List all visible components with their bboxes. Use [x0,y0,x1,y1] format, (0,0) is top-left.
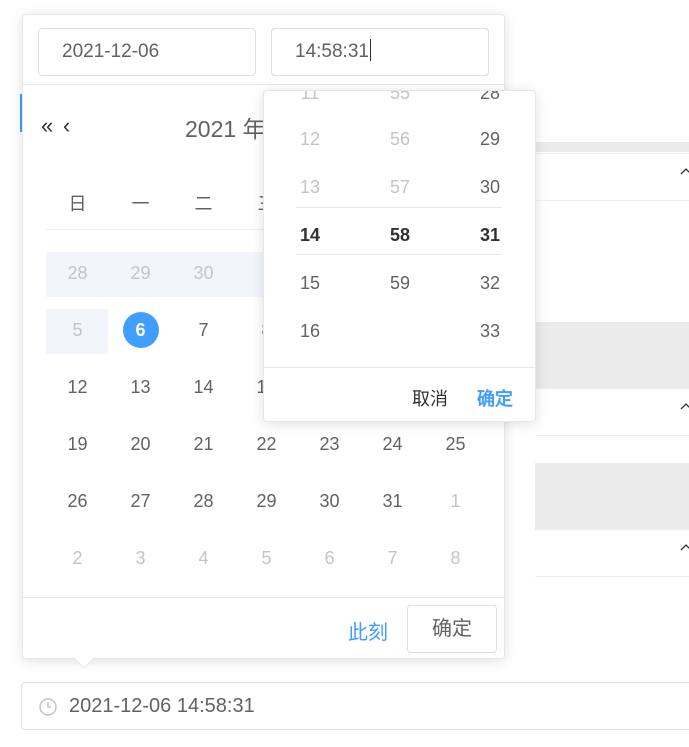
time-spinner-footer: 取消 确定 [264,367,535,421]
collapse-header[interactable] [535,529,689,577]
hour-option[interactable]: 12 [265,115,355,163]
day-cell[interactable]: 5 [46,302,109,359]
day-cell[interactable]: 30 [298,473,361,530]
month-title[interactable]: 2021 年 [185,110,266,144]
hour-option[interactable]: 11 [265,91,355,117]
date-field[interactable]: 2021-12-06 [38,28,256,76]
day-cell[interactable]: 26 [46,473,109,530]
prev-month-button[interactable]: ‹ [63,113,70,139]
chevron-up-icon [680,544,689,551]
day-cell[interactable]: 7 [172,302,235,359]
prev-year-button[interactable]: « [41,113,53,139]
time-spinner-panel: 11 12 13 14 15 16 55 56 57 58 59 28 29 3… [263,90,536,422]
picker-time-header: 2021-12-06 14:58:31 [23,15,504,85]
day-cell[interactable]: 20 [109,416,172,473]
second-option[interactable]: 32 [445,259,535,307]
second-option[interactable]: 30 [445,163,535,211]
weekday-label: 日 [68,194,87,214]
minute-option-active[interactable]: 58 [355,211,445,259]
hour-option-active[interactable]: 14 [265,211,355,259]
day-cell[interactable]: 4 [172,530,235,587]
time-field[interactable]: 14:58:31 [271,28,489,76]
day-cell[interactable]: 30 [172,245,235,302]
minute-option[interactable]: 55 [355,91,445,117]
day-cell[interactable]: 25 [424,416,487,473]
day-cell[interactable]: 2 [46,530,109,587]
day-cell[interactable]: 24 [361,416,424,473]
stage: 2021-12-06 14:58:31 2021-12-06 14:58:31 … [0,0,689,747]
second-option-active[interactable]: 31 [445,211,535,259]
background-strip [535,463,689,529]
weekday-label: 二 [194,194,213,214]
hour-option[interactable]: 16 [265,307,355,355]
day-cell-selected[interactable]: 6 [109,302,172,359]
text-caret [369,39,371,61]
day-cell[interactable]: 3 [109,530,172,587]
hour-option[interactable]: 15 [265,259,355,307]
clock-icon [39,698,57,716]
hour-option[interactable]: 13 [265,163,355,211]
second-option[interactable]: 33 [445,307,535,355]
day-cell[interactable]: 6 [298,530,361,587]
second-option[interactable]: 28 [445,91,535,117]
time-spinner-body: 11 12 13 14 15 16 55 56 57 58 59 28 29 3… [264,91,535,367]
day-cell[interactable]: 28 [172,473,235,530]
day-cell[interactable]: 23 [298,416,361,473]
day-cell[interactable]: 14 [172,359,235,416]
confirm-button[interactable]: 确定 [407,605,497,653]
day-cell[interactable]: 1 [424,473,487,530]
day-cell[interactable]: 22 [235,416,298,473]
day-cell[interactable]: 19 [46,416,109,473]
collapse-header[interactable] [535,388,689,436]
selected-day-label: 6 [122,312,159,348]
day-cell[interactable]: 7 [361,530,424,587]
day-cell[interactable]: 28 [46,245,109,302]
day-cell[interactable]: 5 [235,530,298,587]
day-cell[interactable]: 21 [172,416,235,473]
time-confirm-button[interactable]: 确定 [477,385,513,411]
datetime-input-value: 2021-12-06 14:58:31 [69,695,255,717]
chevron-up-icon [680,403,689,410]
day-cell[interactable]: 13 [109,359,172,416]
date-field-value: 2021-12-06 [62,41,160,62]
weekday-label: 一 [131,194,150,214]
datetime-input[interactable]: 2021-12-06 14:58:31 [21,682,689,730]
day-cell[interactable]: 8 [424,530,487,587]
day-cell[interactable]: 27 [109,473,172,530]
collapse-header[interactable] [535,153,689,201]
picker-footer: 此刻 确定 [23,597,504,659]
minute-option[interactable]: 57 [355,163,445,211]
day-cell[interactable]: 31 [361,473,424,530]
day-cell[interactable]: 12 [46,359,109,416]
time-cancel-button[interactable]: 取消 [412,385,448,411]
second-option[interactable]: 29 [445,115,535,163]
day-cell[interactable]: 29 [235,473,298,530]
background-strip [535,142,689,152]
background-strip [535,322,689,388]
time-field-value: 14:58:31 [295,41,369,62]
minute-option[interactable]: 56 [355,115,445,163]
day-cell[interactable]: 29 [109,245,172,302]
minute-option[interactable]: 59 [355,259,445,307]
chevron-up-icon [680,168,689,175]
now-button[interactable]: 此刻 [348,616,388,645]
